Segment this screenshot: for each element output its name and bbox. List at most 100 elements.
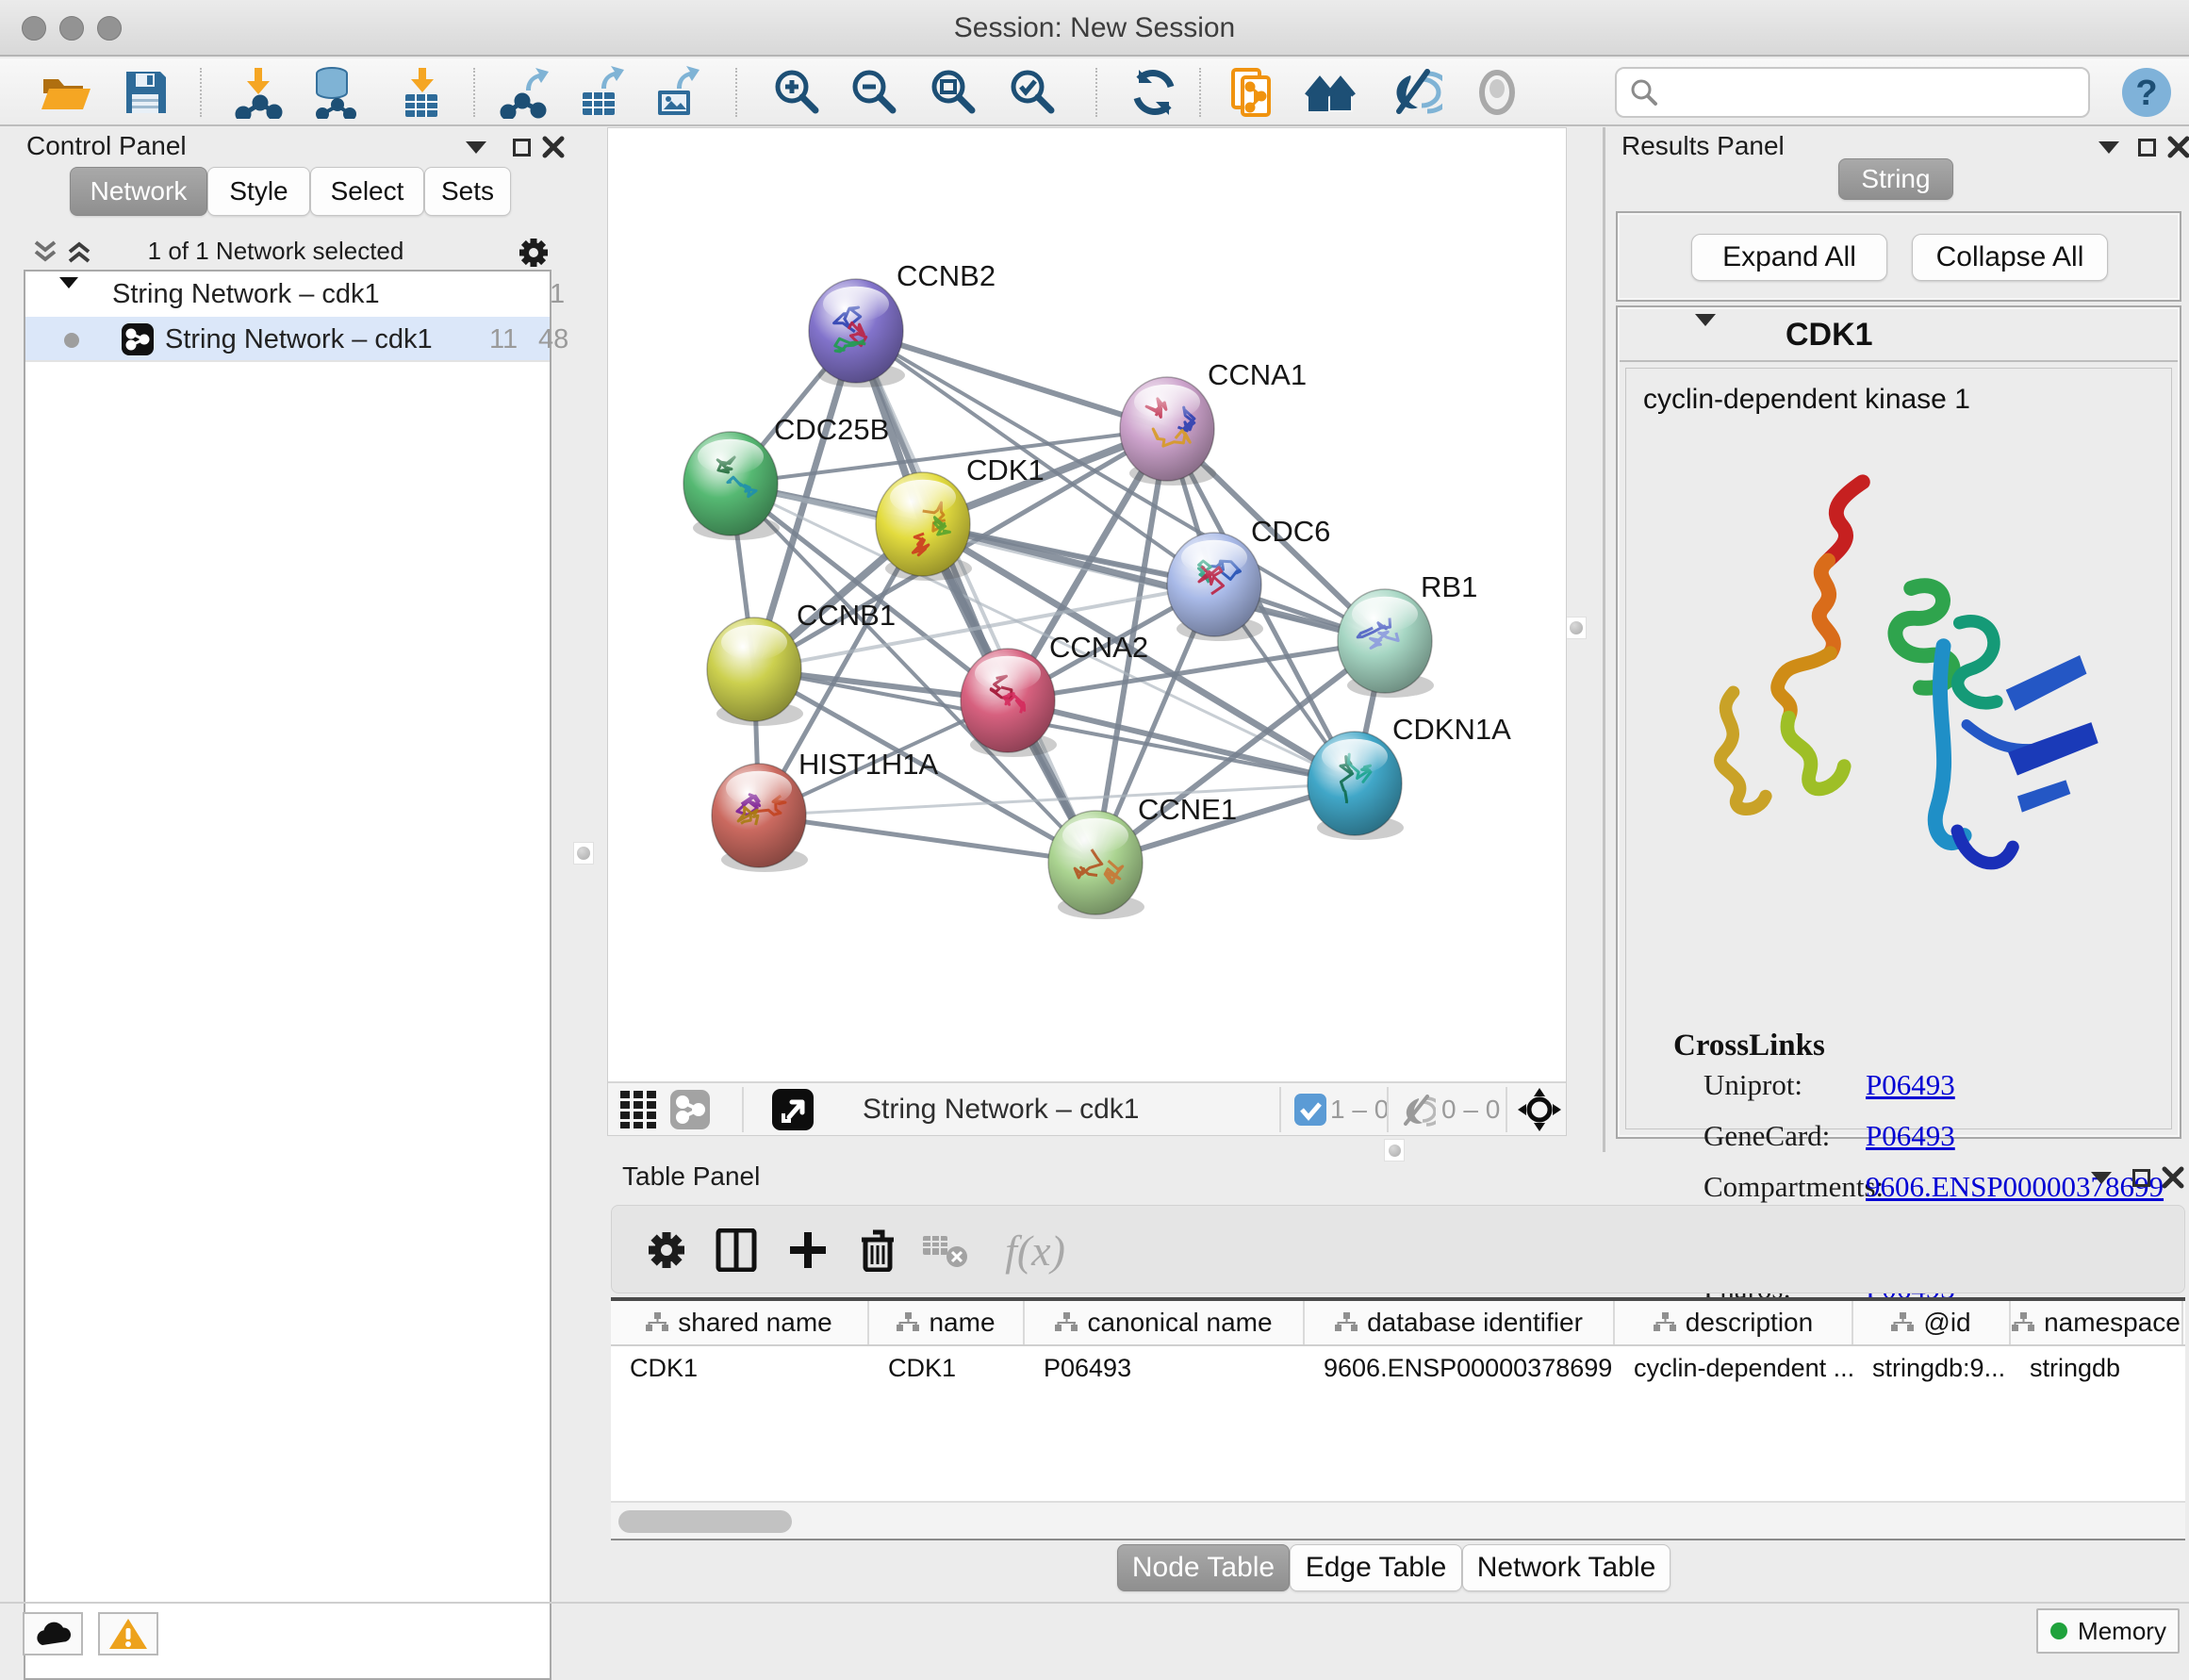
network-collection-row[interactable]: String Network – cdk1 1 xyxy=(25,272,550,317)
network-node-CCNE1[interactable]: CCNE1 xyxy=(1048,793,1237,919)
delete-table-icon[interactable] xyxy=(919,1224,972,1276)
column-header-database-identifier[interactable]: database identifier xyxy=(1305,1301,1615,1344)
network-edge[interactable] xyxy=(856,331,1167,429)
tab-select[interactable]: Select xyxy=(310,167,424,216)
toolbar-separator xyxy=(735,68,737,117)
table-cell[interactable]: CDK1 xyxy=(611,1346,869,1390)
home-layout-icon[interactable] xyxy=(1305,66,1358,119)
help-icon[interactable]: ? xyxy=(2119,66,2172,119)
network-row[interactable]: String Network – cdk1 11 48 xyxy=(25,317,550,362)
eye-icon[interactable] xyxy=(1471,66,1523,119)
warning-status-button[interactable] xyxy=(98,1612,158,1655)
results-panel-float-icon[interactable] xyxy=(2132,133,2161,161)
scrollbar-thumb[interactable] xyxy=(618,1510,792,1533)
import-network-file-icon[interactable] xyxy=(232,66,285,119)
table-cell[interactable]: stringdb xyxy=(2011,1346,2183,1390)
gene-expander-icon[interactable] xyxy=(1695,326,1716,343)
show-hide-details-icon[interactable] xyxy=(1390,66,1442,119)
column-type-icon xyxy=(646,1312,668,1333)
table-panel-float-icon[interactable] xyxy=(2127,1163,2155,1192)
export-table-icon[interactable] xyxy=(573,66,626,119)
tab-network-table[interactable]: Network Table xyxy=(1462,1544,1671,1591)
table-settings-gear-icon[interactable] xyxy=(640,1224,693,1276)
network-canvas[interactable]: CCNB2CCNA1CDC25BCDK1CDC6RB1CCNB1CCNA2CDK… xyxy=(608,128,1566,1081)
column-header-name[interactable]: name xyxy=(869,1301,1025,1344)
left-splitter-handle[interactable] xyxy=(573,842,594,865)
expand-all-button[interactable]: Expand All xyxy=(1691,234,1887,281)
warning-icon xyxy=(108,1617,148,1651)
column-header--id[interactable]: @id xyxy=(1853,1301,2011,1344)
table-cell[interactable]: P06493 xyxy=(1025,1346,1305,1390)
tab-edge-table[interactable]: Edge Table xyxy=(1290,1544,1462,1591)
network-edge[interactable] xyxy=(759,815,1095,863)
crosslink-link[interactable]: P06493 xyxy=(1866,1068,1955,1102)
import-table-file-icon[interactable] xyxy=(394,66,447,119)
memory-button[interactable]: Memory xyxy=(2036,1608,2180,1654)
column-header-namespace[interactable]: namespace xyxy=(2011,1301,2183,1344)
tab-node-table[interactable]: Node Table xyxy=(1117,1544,1290,1591)
network-node-CDKN1A[interactable]: CDKN1A xyxy=(1308,713,1511,840)
right-splitter-handle[interactable] xyxy=(1566,617,1587,639)
collapse-all-button[interactable]: Collapse All xyxy=(1912,234,2108,281)
import-network-database-icon[interactable] xyxy=(307,66,360,119)
table-panel-close-icon[interactable] xyxy=(2159,1163,2187,1192)
open-in-window-icon[interactable] xyxy=(770,1089,815,1130)
cloud-status-button[interactable] xyxy=(23,1612,83,1655)
crosslink-link[interactable]: P06493 xyxy=(1866,1119,1955,1153)
results-panel-menu-icon[interactable] xyxy=(2095,133,2123,161)
network-view[interactable]: CCNB2CCNA1CDC25BCDK1CDC6RB1CCNB1CCNA2CDK… xyxy=(607,127,1567,1136)
crosslink-row: GeneCard:P06493 xyxy=(1703,1119,1830,1153)
network-options-gear-icon[interactable] xyxy=(517,236,551,270)
gene-entry-content: cyclin-dependent kinase 1 xyxy=(1625,368,2172,1129)
add-column-icon[interactable] xyxy=(782,1224,834,1276)
zoom-fit-icon[interactable] xyxy=(928,66,980,119)
column-header-shared-name[interactable]: shared name xyxy=(611,1301,869,1344)
network-edge[interactable] xyxy=(856,331,1095,863)
gene-entry-header[interactable]: CDK1 xyxy=(1620,309,2178,362)
network-node-HIST1H1A[interactable]: HIST1H1A xyxy=(712,748,938,872)
tab-network[interactable]: Network xyxy=(70,167,207,216)
memory-label: Memory xyxy=(2078,1617,2166,1646)
column-header-description[interactable]: description xyxy=(1615,1301,1853,1344)
results-panel-close-icon[interactable] xyxy=(2164,133,2189,161)
zoom-out-icon[interactable] xyxy=(848,66,901,119)
table-panel-menu-icon[interactable] xyxy=(2087,1163,2115,1192)
grid-view-icon[interactable] xyxy=(617,1089,661,1130)
delete-column-icon[interactable] xyxy=(851,1224,904,1276)
control-panel-menu-icon[interactable] xyxy=(462,133,490,161)
search-input[interactable] xyxy=(1668,69,2088,116)
network-share-icon[interactable] xyxy=(668,1089,712,1130)
table-cell[interactable]: cyclin-dependent ... xyxy=(1615,1346,1853,1390)
function-builder-fx[interactable]: f(x) xyxy=(983,1224,1087,1276)
selected-checkbox-icon[interactable] xyxy=(1292,1089,1328,1130)
control-panel-float-icon[interactable] xyxy=(507,133,535,161)
table-data-row[interactable]: CDK1CDK1P064939606.ENSP00000378699cyclin… xyxy=(611,1346,2185,1390)
export-network-icon[interactable] xyxy=(498,66,551,119)
hidden-eye-icon[interactable] xyxy=(1396,1089,1438,1130)
network-node-RB1[interactable]: RB1 xyxy=(1338,570,1477,698)
control-panel-close-icon[interactable] xyxy=(539,133,568,161)
node-label: CCNB1 xyxy=(797,599,896,632)
table-cell[interactable]: stringdb:9... xyxy=(1853,1346,2011,1390)
show-columns-icon[interactable] xyxy=(710,1224,763,1276)
table-cell[interactable]: CDK1 xyxy=(869,1346,1025,1390)
first-neighbors-icon[interactable] xyxy=(1227,66,1280,119)
table-cell[interactable]: 9606.ENSP00000378699 xyxy=(1305,1346,1615,1390)
network-node-CCNB1[interactable]: CCNB1 xyxy=(707,599,896,726)
zoom-selected-icon[interactable] xyxy=(1007,66,1060,119)
tab-sets[interactable]: Sets xyxy=(424,167,511,216)
refresh-view-icon[interactable] xyxy=(1127,66,1180,119)
open-session-icon[interactable] xyxy=(38,66,91,119)
export-image-icon[interactable] xyxy=(649,66,701,119)
collection-expander-icon[interactable] xyxy=(59,288,78,320)
tab-style[interactable]: Style xyxy=(207,167,310,216)
save-session-icon[interactable] xyxy=(119,66,172,119)
tab-string[interactable]: String xyxy=(1838,158,1953,200)
table-horizontal-scrollbar[interactable] xyxy=(611,1501,2185,1539)
network-node-CCNA1[interactable]: CCNA1 xyxy=(1120,358,1307,486)
column-header-canonical-name[interactable]: canonical name xyxy=(1025,1301,1305,1344)
column-type-icon xyxy=(1335,1312,1358,1333)
node-label: CDC25B xyxy=(774,413,889,446)
zoom-in-icon[interactable] xyxy=(771,66,824,119)
birdseye-crosshair-icon[interactable] xyxy=(1517,1089,1562,1130)
